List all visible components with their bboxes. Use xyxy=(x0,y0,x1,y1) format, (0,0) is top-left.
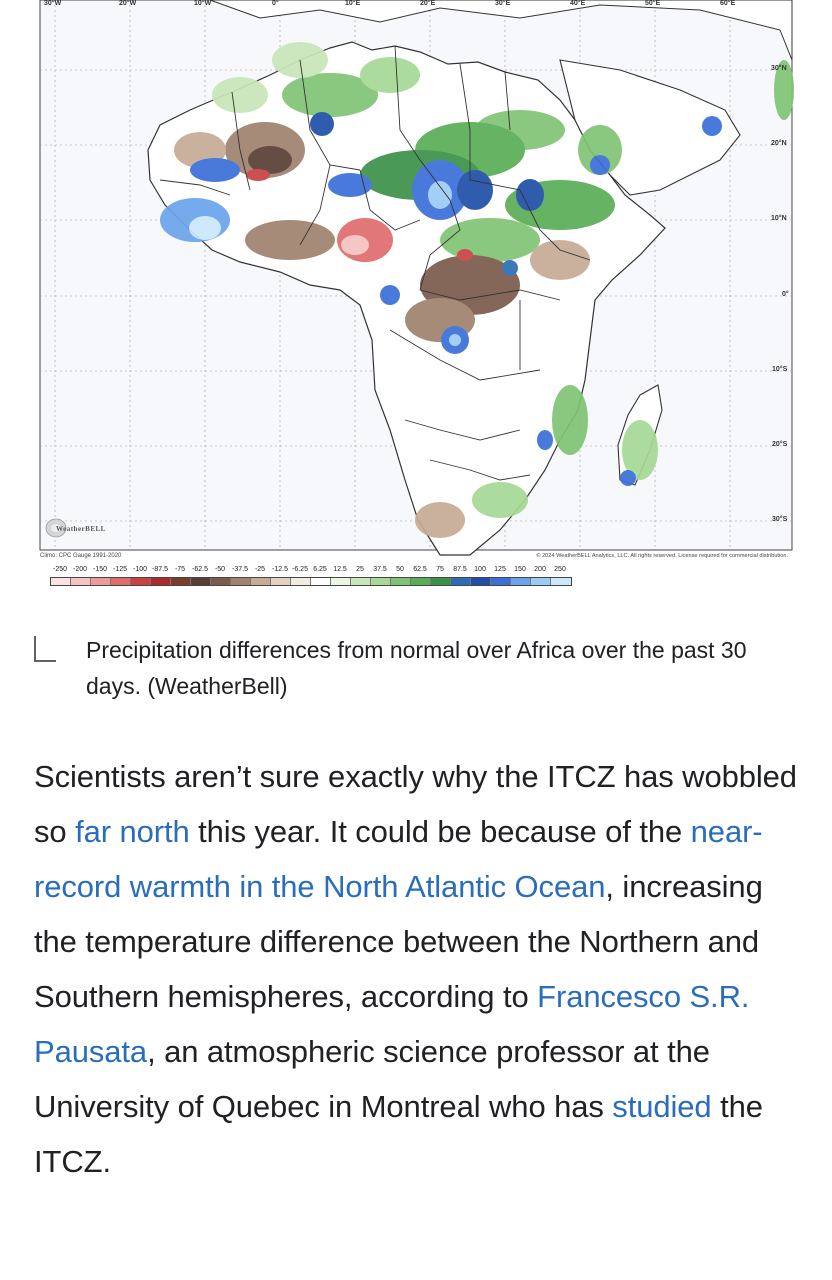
lat-label-10n: 10°N xyxy=(771,215,787,222)
lon-label: 0° xyxy=(272,0,279,7)
legend-ticks: -250 -200 -150 -125 -100 -87.5 -75 -62.5 -50 -37.… xyxy=(50,566,590,576)
legend-tick-label: 62.5 xyxy=(413,566,427,573)
legend-swatch xyxy=(51,578,71,585)
legend-swatch xyxy=(171,578,191,585)
lon-label: 10°E xyxy=(345,0,361,7)
legend-tick-label: 250 xyxy=(554,566,566,573)
logo-text: WeatherBELL xyxy=(56,525,106,533)
legend-swatch xyxy=(71,578,91,585)
lat-label-0: 0° xyxy=(782,291,789,298)
precipitation-legend: -250 -200 -150 -125 -100 -87.5 -75 -62.5 -50 -37.… xyxy=(50,566,590,592)
legend-tick-label: -62.5 xyxy=(192,566,208,573)
legend-swatch xyxy=(531,578,551,585)
lon-label: 20°E xyxy=(420,0,436,7)
legend-tick-label: -250 xyxy=(52,566,68,573)
legend-tick-label: 37.5 xyxy=(373,566,387,573)
legend-swatch xyxy=(111,578,131,585)
legend-swatch xyxy=(431,578,451,585)
africa-precipitation-map xyxy=(39,0,794,556)
legend-swatch xyxy=(251,578,271,585)
lat-label-10s: 10°S xyxy=(772,366,788,373)
lon-label: 20°W xyxy=(119,0,137,7)
legend-swatch xyxy=(451,578,471,585)
legend-tick-label: 100 xyxy=(474,566,486,573)
link-studied[interactable]: studied xyxy=(612,1089,711,1124)
legend-tick-label: -100 xyxy=(132,566,148,573)
lon-label: 60°E xyxy=(720,0,736,7)
legend-tick-label: 25 xyxy=(356,566,364,573)
legend-tick-label: 150 xyxy=(514,566,526,573)
legend-swatch xyxy=(511,578,531,585)
legend-swatch xyxy=(211,578,231,585)
legend-swatch xyxy=(151,578,171,585)
legend-tick-label: 50 xyxy=(396,566,404,573)
lon-label: 10°W xyxy=(194,0,212,7)
lon-label: 40°E xyxy=(570,0,586,7)
legend-tick-label: -37.5 xyxy=(232,566,248,573)
legend-tick-label: -125 xyxy=(112,566,128,573)
legend-tick-label: -12.5 xyxy=(272,566,288,573)
link-far-north[interactable]: far north xyxy=(75,814,190,849)
legend-swatch xyxy=(371,578,391,585)
paragraph-text: this year. It could be because of the xyxy=(189,814,691,849)
lon-label: 30°W xyxy=(44,0,62,7)
legend-tick-label: 12.5 xyxy=(333,566,347,573)
legend-swatch xyxy=(311,578,331,585)
legend-swatch xyxy=(291,578,311,585)
legend-swatch xyxy=(91,578,111,585)
legend-color-bar xyxy=(50,577,572,586)
legend-tick-label: -150 xyxy=(92,566,108,573)
legend-swatch xyxy=(551,578,571,585)
legend-tick-label: 87.5 xyxy=(453,566,467,573)
legend-tick-label: -25 xyxy=(254,566,266,573)
legend-tick-label: 125 xyxy=(494,566,506,573)
legend-swatch xyxy=(491,578,511,585)
legend-tick-label: 6.25 xyxy=(313,566,327,573)
legend-swatch xyxy=(411,578,431,585)
copyright-text: © 2024 WeatherBELL Analytics, LLC. All r… xyxy=(536,553,788,559)
legend-swatch xyxy=(191,578,211,585)
legend-tick-label: -6.25 xyxy=(292,566,308,573)
legend-tick-label: 75 xyxy=(436,566,444,573)
article-paragraph: Scientists aren’t sure exactly why the I… xyxy=(34,749,804,1189)
legend-tick-label: 200 xyxy=(534,566,546,573)
legend-tick-label: -87.5 xyxy=(152,566,168,573)
lon-label: 30°E xyxy=(495,0,511,7)
legend-swatch xyxy=(231,578,251,585)
caption-text: Precipitation differences from normal ov… xyxy=(86,637,747,699)
legend-tick-label: -75 xyxy=(174,566,186,573)
legend-swatch xyxy=(471,578,491,585)
legend-tick-label: -50 xyxy=(214,566,226,573)
legend-swatch xyxy=(351,578,371,585)
lon-label: 50°E xyxy=(645,0,661,7)
legend-tick-label: -200 xyxy=(72,566,88,573)
caption-corner-icon xyxy=(34,636,56,662)
legend-swatch xyxy=(131,578,151,585)
legend-swatch xyxy=(271,578,291,585)
legend-swatch xyxy=(391,578,411,585)
lat-label-30n: 30°N xyxy=(771,65,787,72)
precipitation-map-figure: 30°N 20°N 10°N 0° 10°S 20°S 30°S 30°W 20… xyxy=(0,0,832,600)
lat-label-20n: 20°N xyxy=(771,140,787,147)
legend-swatch xyxy=(331,578,351,585)
climo-label: Climo: CPC Gauge 1991-2020 xyxy=(40,553,122,559)
lat-label-30s: 30°S xyxy=(772,516,788,523)
lat-label-20s: 20°S xyxy=(772,441,788,448)
